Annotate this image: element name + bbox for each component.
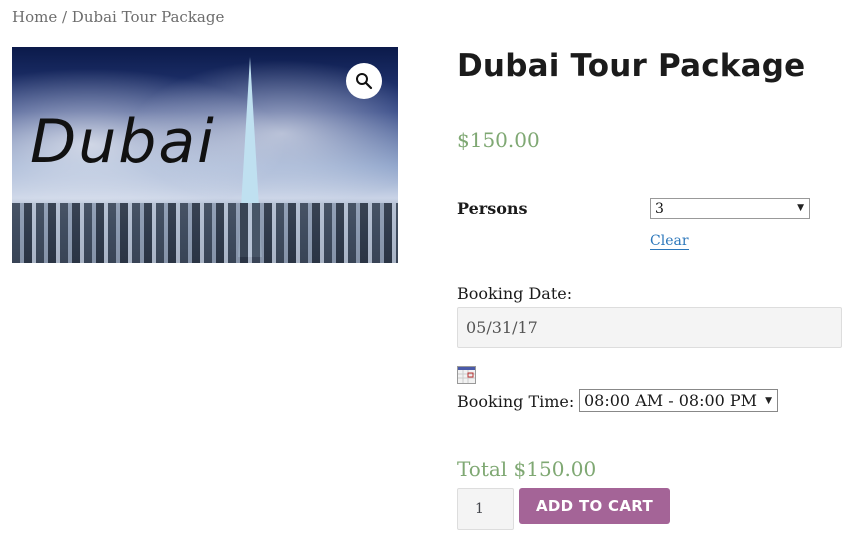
booking-time-value: 08:00 AM - 08:00 PM	[584, 391, 758, 410]
add-to-cart-button[interactable]: ADD TO CART	[519, 488, 670, 524]
image-zoom-button[interactable]	[346, 63, 382, 99]
image-skyline	[12, 203, 398, 263]
chevron-down-icon: ▼	[797, 203, 804, 213]
quantity-input[interactable]	[457, 488, 514, 530]
product-price: $150.00	[457, 128, 540, 152]
calendar-icon[interactable]	[457, 366, 476, 384]
breadcrumb[interactable]: Home / Dubai Tour Package	[12, 8, 224, 26]
product-image[interactable]: Dubai	[12, 47, 398, 263]
chevron-down-icon: ▼	[765, 396, 772, 406]
clear-link[interactable]: Clear	[650, 234, 689, 250]
total-price: Total $150.00	[457, 457, 597, 481]
product-title: Dubai Tour Package	[457, 48, 806, 84]
magnifier-icon	[356, 73, 373, 90]
image-caption: Dubai	[30, 107, 216, 177]
booking-date-input[interactable]	[457, 307, 842, 348]
persons-select-value: 3	[655, 200, 664, 217]
booking-time-label: Booking Time:	[457, 392, 575, 411]
booking-date-label: Booking Date:	[457, 284, 573, 303]
booking-time-select[interactable]: 08:00 AM - 08:00 PM ▼	[579, 389, 778, 412]
persons-select[interactable]: 3 ▼	[650, 198, 810, 219]
persons-label: Persons	[457, 199, 528, 218]
